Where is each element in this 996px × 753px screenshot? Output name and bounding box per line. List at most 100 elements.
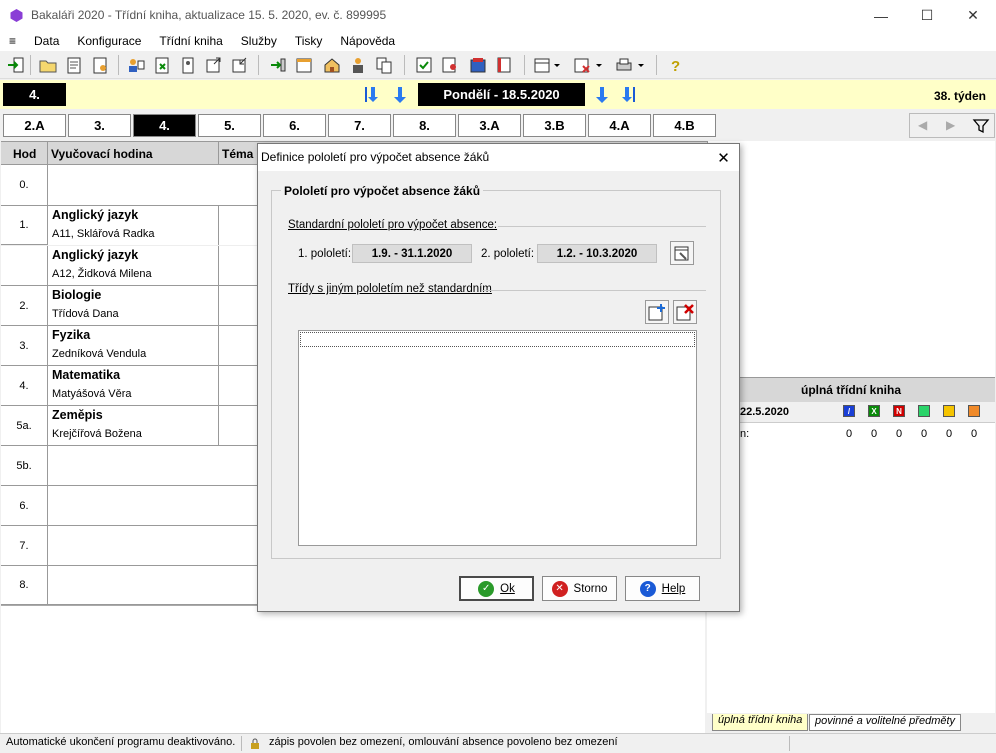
calendar-icon[interactable]: [532, 55, 552, 75]
tab-subjects[interactable]: povinné a volitelné předměty: [809, 714, 962, 731]
lesson-number: 4.: [3, 83, 66, 106]
lesson-number: 1.: [1, 206, 48, 245]
tab-class-3a[interactable]: 3.A: [458, 114, 521, 137]
edit-semester-button[interactable]: [670, 241, 694, 265]
check-list-icon[interactable]: [414, 55, 434, 75]
cancel-icon: ✕: [551, 580, 568, 597]
tab-class-4[interactable]: 4.: [133, 114, 196, 137]
table-row[interactable]: Anglický jazyk A12, Židková Milena: [1, 246, 257, 286]
list-item[interactable]: [300, 332, 695, 347]
dialog-close-button[interactable]: ✕: [708, 144, 739, 171]
cancel-button[interactable]: ✕ Storno: [542, 576, 617, 601]
status-permissions: zápis povolen bez omezení, omlouvání abs…: [265, 736, 790, 751]
chevron-down-icon[interactable]: [552, 55, 562, 75]
count-value: 0: [845, 428, 853, 440]
copy-icon[interactable]: [374, 55, 394, 75]
table-row[interactable]: 5b.: [1, 446, 257, 486]
absence-icon[interactable]: [152, 55, 172, 75]
students-icon[interactable]: [126, 55, 146, 75]
lesson-number: 3.: [1, 326, 48, 365]
remove-icon[interactable]: [572, 55, 592, 75]
table-row[interactable]: 1. Anglický jazyk A11, Sklářová Radka: [1, 206, 257, 246]
semester1-value: 1.9. - 31.1.2020: [352, 244, 472, 263]
subject-name: Fyzika: [52, 328, 91, 342]
document-icon[interactable]: [64, 55, 84, 75]
remove-class-button[interactable]: [673, 300, 697, 324]
help-icon[interactable]: ?: [665, 55, 685, 75]
scroll-left-icon[interactable]: ◀: [918, 118, 927, 132]
exit-icon[interactable]: [6, 55, 26, 75]
table-row[interactable]: 6.: [1, 486, 257, 526]
last-day-icon[interactable]: [621, 85, 637, 104]
timetable-empty-area: [1, 605, 705, 733]
filter-icon[interactable]: [972, 117, 990, 135]
print-icon[interactable]: [614, 55, 634, 75]
table-row[interactable]: 4. Matematika Matyášová Věra: [1, 366, 257, 406]
chevron-down-icon[interactable]: [594, 55, 604, 75]
user-edit-icon[interactable]: [440, 55, 460, 75]
previous-day-icon[interactable]: [392, 85, 408, 104]
teacher-name: Zedníková Vendula: [52, 348, 147, 360]
schedule-icon[interactable]: [294, 55, 314, 75]
home-icon[interactable]: [322, 55, 342, 75]
next-day-icon[interactable]: [594, 85, 610, 104]
menu-napoveda[interactable]: Nápověda: [331, 34, 404, 48]
tab-class-2a[interactable]: 2.A: [3, 114, 66, 137]
subject-name: Biologie: [52, 288, 102, 302]
teacher-name: Krejčířová Božena: [52, 428, 142, 440]
class-book-header: úplná třídní kniha: [707, 377, 995, 402]
tab-class-3[interactable]: 3.: [68, 114, 131, 137]
export-icon[interactable]: [204, 55, 224, 75]
class-list[interactable]: [298, 330, 697, 546]
menu-konfigurace[interactable]: Konfigurace: [68, 34, 150, 48]
book-icon[interactable]: [494, 55, 514, 75]
status-autoexit: Automatické ukončení programu deaktivová…: [2, 736, 242, 751]
menu-sluzby[interactable]: Služby: [232, 34, 286, 48]
semester1-label: 1. pololetí:: [298, 248, 352, 260]
standard-semester-label: Standardní pololetí pro výpočet absence:: [288, 219, 498, 231]
ok-button[interactable]: ✓ Ok: [459, 576, 534, 601]
menu-system[interactable]: ≡: [0, 34, 25, 48]
maximize-button[interactable]: ☐: [904, 0, 950, 31]
menu-data[interactable]: Data: [25, 34, 68, 48]
minimize-button[interactable]: —: [858, 0, 904, 31]
header-hod: Hod: [13, 147, 37, 161]
tab-class-8[interactable]: 8.: [393, 114, 456, 137]
scroll-right-icon[interactable]: ▶: [946, 118, 955, 132]
tab-scroll-nav: ◀ ▶: [909, 113, 995, 138]
tab-class-6[interactable]: 6.: [263, 114, 326, 137]
subject-name: Anglický jazyk: [52, 248, 139, 262]
add-class-button[interactable]: [645, 300, 669, 324]
first-day-icon[interactable]: [363, 85, 379, 104]
login-icon[interactable]: [268, 55, 288, 75]
close-button[interactable]: ✕: [950, 0, 996, 31]
document-person-icon[interactable]: [90, 55, 110, 75]
other-classes-label: Třídy s jiným pololetím než standardním: [288, 283, 492, 295]
open-folder-icon[interactable]: [38, 55, 58, 75]
tab-class-5[interactable]: 5.: [198, 114, 261, 137]
teacher-icon[interactable]: [348, 55, 368, 75]
header-vyucovaci-hodina: Vyučovací hodina: [51, 147, 153, 161]
table-row[interactable]: 8.: [1, 566, 257, 605]
absence-excused-badge: /: [843, 405, 855, 417]
table-row[interactable]: 2. Biologie Třídová Dana: [1, 286, 257, 326]
help-button[interactable]: ? Help: [625, 576, 700, 601]
table-row[interactable]: 0.: [1, 165, 257, 206]
teacher-name: A11, Sklářová Radka: [52, 228, 155, 240]
tab-class-4b[interactable]: 4.B: [653, 114, 716, 137]
menu-tisky[interactable]: Tisky: [286, 34, 332, 48]
tab-class-3b[interactable]: 3.B: [523, 114, 586, 137]
notes-icon[interactable]: [178, 55, 198, 75]
table-row[interactable]: 7.: [1, 526, 257, 566]
table-row[interactable]: 3. Fyzika Zedníková Vendula: [1, 326, 257, 366]
teacher-name: Třídová Dana: [52, 308, 119, 320]
tab-class-4a[interactable]: 4.A: [588, 114, 651, 137]
table-row[interactable]: 5a. Zeměpis Krejčířová Božena: [1, 406, 257, 446]
absence-yellow-badge: [943, 405, 955, 417]
grades-icon[interactable]: [468, 55, 488, 75]
tab-class-7[interactable]: 7.: [328, 114, 391, 137]
chevron-down-icon[interactable]: [636, 55, 646, 75]
import-icon[interactable]: [230, 55, 250, 75]
tab-full-class-book[interactable]: úplná třídní kniha: [712, 714, 809, 731]
menu-tridni-kniha[interactable]: Třídní kniha: [150, 34, 231, 48]
